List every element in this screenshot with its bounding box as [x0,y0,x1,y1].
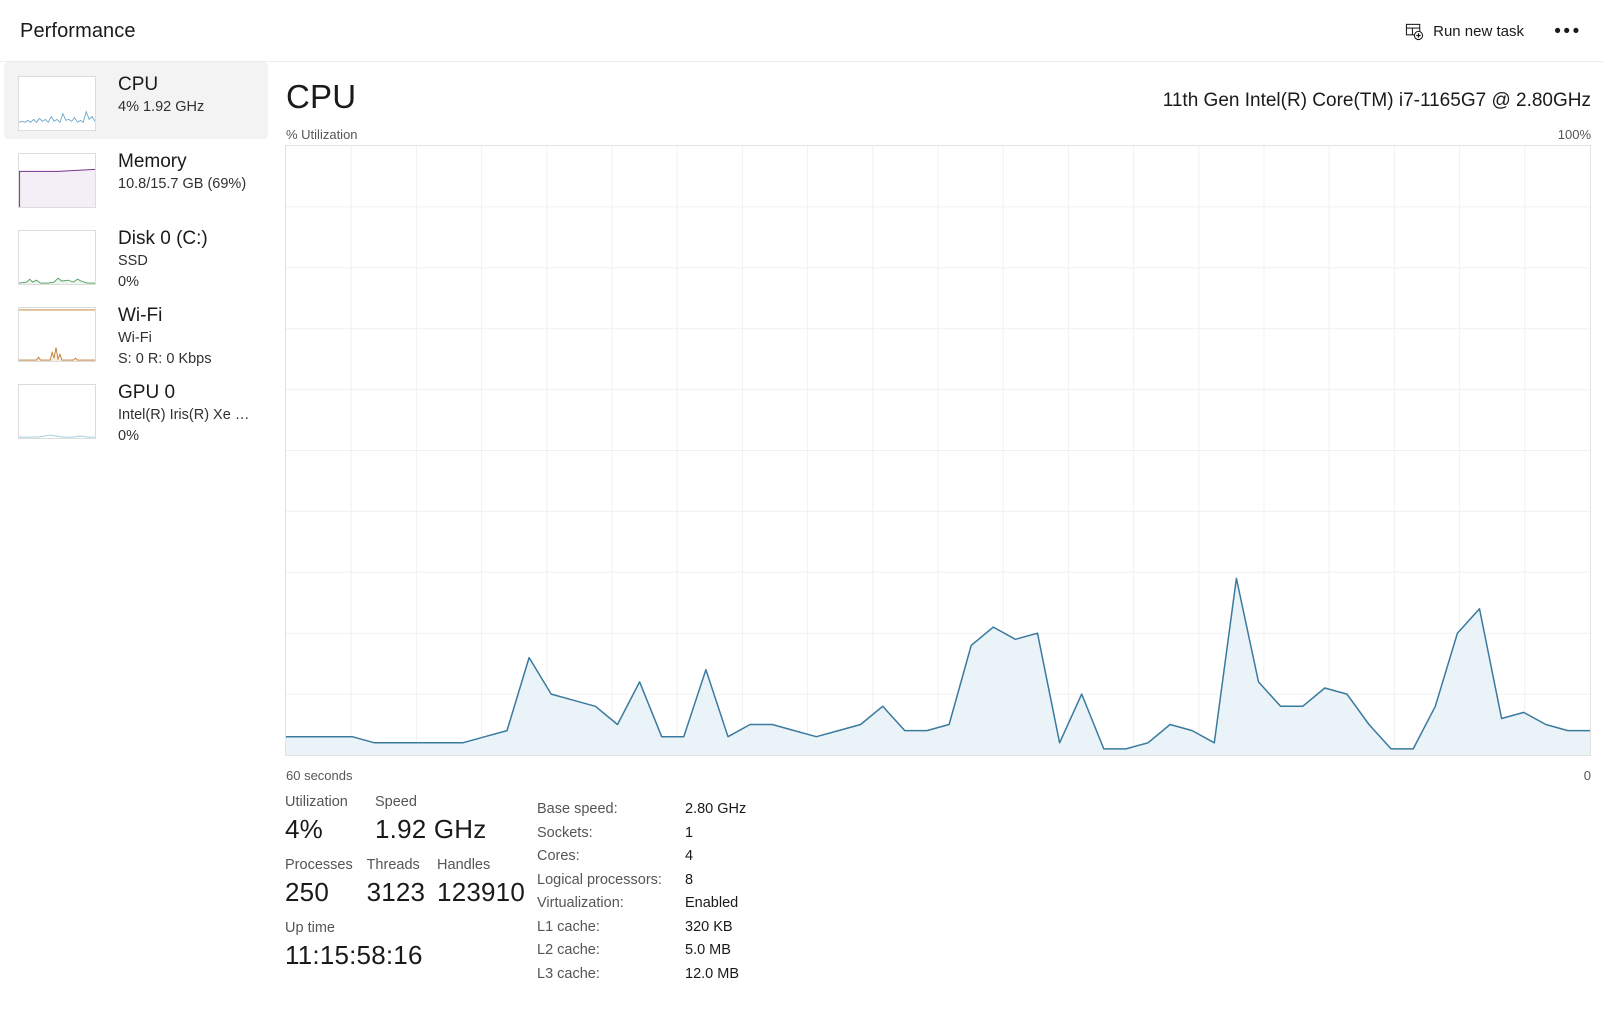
sidebar-item-cpu-sub1: 4% 1.92 GHz [118,99,205,115]
cpu-detail-panel: CPU 11th Gen Intel(R) Core(TM) i7-1165G7… [272,62,1603,1010]
sidebar-item-cpu-title: CPU [118,74,159,95]
new-task-window-plus-icon [1405,22,1424,41]
spec-row: Logical processors: 8 [537,869,746,893]
sidebar-item-memory-text: Memory 10.8/15.7 GB (69%) [118,147,246,195]
spec-value: 320 KB [685,918,733,935]
spec-value: 5.0 MB [685,942,731,958]
sidebar-item-cpu[interactable]: CPU 4% 1.92 GHz [4,62,268,139]
sidebar-item-gpu0-sub2: 0% [118,428,139,444]
graph-y-axis-label: % Utilization [286,127,358,142]
page-title: Performance [20,20,136,42]
run-new-task-label: Run new task [1433,22,1524,40]
stat-row-utilization-speed: Utilization 4% Speed 1.92 GHz [285,792,525,846]
more-options-button[interactable]: ••• [1547,13,1589,49]
stat-threads-label: Threads [366,857,420,873]
stat-processes: Processes 250 [285,855,367,909]
sidebar-item-wifi-title: Wi-Fi [118,305,163,326]
spec-row: L2 cache: 5.0 MB [537,939,746,963]
stat-uptime-value: 11:15:58:16 [285,940,423,970]
spec-value: 8 [685,871,694,888]
stat-speed-value: 1.92 GHz [375,814,487,844]
cpu-specs-list: Base speed: 2.80 GHz Sockets: 1 Cores: 4 Logic… [537,798,746,986]
spec-value: 1 [685,824,694,841]
spec-value: 2.80 GHz [685,801,747,817]
stat-handles-label: Handles [437,857,491,873]
sidebar-item-wifi[interactable]: Wi-Fi Wi-Fi S: 0 R: 0 Kbps [4,293,268,370]
sidebar-item-gpu0-sub1: Intel(R) Iris(R) Xe Gra... [118,407,258,423]
spec-row: Virtualization: Enabled [537,892,746,916]
spec-value: 12.0 MB [685,965,739,982]
sidebar-item-cpu-text: CPU 4% 1.92 GHz [118,70,204,118]
sidebar-item-disk0[interactable]: Disk 0 (C:) SSD 0% [4,216,268,293]
title-bar: Performance Run new task ••• [0,0,1603,62]
sidebar-item-disk0-title: Disk 0 (C:) [118,228,208,249]
disk0-thumbnail-graph [18,230,96,285]
stat-row-processes-threads-handles: Processes 250 Threads 3123 Handles 12391… [285,855,525,909]
cpu-stats-primary: Utilization 4% Speed 1.92 GHz Processes … [285,792,525,972]
spec-key: L3 cache: [537,965,600,982]
graph-y-axis-max: 100% [1557,127,1591,142]
spec-row: L3 cache: 12.0 MB [537,963,746,987]
stat-processes-label: Processes [285,857,353,873]
sidebar-item-gpu0-text: GPU 0 Intel(R) Iris(R) Xe Gra... 0% [118,378,258,447]
cpu-utilization-chart[interactable] [285,145,1591,756]
sidebar-item-gpu0-title: GPU 0 [118,382,176,403]
stat-handles-value: 123910 [437,877,525,907]
stat-utilization-label: Utilization [285,794,348,810]
stat-row-uptime: Up time 11:15:58:16 [285,918,525,972]
sidebar-item-disk0-sub1: SSD [118,253,148,269]
graph-x-axis-end-label: 0 [1583,768,1591,783]
spec-key: L2 cache: [537,942,600,958]
spec-key: L1 cache: [537,918,600,935]
memory-thumbnail-graph [18,153,96,208]
sidebar-item-memory-sub1: 10.8/15.7 GB (69%) [118,176,247,192]
spec-value: 4 [685,848,694,864]
stat-utilization: Utilization 4% [285,792,375,846]
sidebar-item-memory-title: Memory [118,151,187,172]
ellipsis-icon: ••• [1554,20,1582,42]
stat-processes-value: 250 [285,877,329,907]
spec-key: Virtualization: [537,895,624,911]
run-new-task-button[interactable]: Run new task [1394,13,1535,49]
resource-sidebar[interactable]: CPU 4% 1.92 GHz Memory 10.8/15.7 GB (69%… [0,62,272,1010]
sidebar-item-wifi-sub1: Wi-Fi [118,330,152,346]
stat-speed-label: Speed [375,794,417,810]
cpu-thumbnail-graph [18,76,96,131]
stat-utilization-value: 4% [285,814,323,844]
spec-row: L1 cache: 320 KB [537,916,746,940]
gpu0-thumbnail-graph [18,384,96,439]
stat-speed: Speed 1.92 GHz [375,792,486,846]
sidebar-item-disk0-sub2: 0% [118,274,139,290]
spec-row: Cores: 4 [537,845,746,869]
spec-value: Enabled [685,895,739,911]
cpu-heading: CPU [286,78,357,115]
sidebar-item-disk0-text: Disk 0 (C:) SSD 0% [118,224,208,293]
title-bar-actions: Run new task ••• [1394,0,1589,62]
sidebar-item-gpu0[interactable]: GPU 0 Intel(R) Iris(R) Xe Gra... 0% [4,370,268,447]
spec-key: Base speed: [537,801,618,817]
stat-handles: Handles 123910 [437,855,525,909]
cpu-utilization-chart-svg [286,146,1590,755]
sidebar-item-wifi-text: Wi-Fi Wi-Fi S: 0 R: 0 Kbps [118,301,212,370]
spec-key: Logical processors: [537,871,662,888]
spec-key: Cores: [537,848,580,864]
sidebar-item-memory[interactable]: Memory 10.8/15.7 GB (69%) [4,139,268,216]
spec-row: Sockets: 1 [537,822,746,846]
stat-uptime-label: Up time [285,920,335,936]
stat-threads-value: 3123 [366,877,426,907]
spec-key: Sockets: [537,824,593,841]
wifi-thumbnail-graph [18,307,96,362]
chart-gridlines [286,146,1590,755]
cpu-model-name: 11th Gen Intel(R) Core(TM) i7-1165G7 @ 2… [1162,90,1591,111]
spec-row: Base speed: 2.80 GHz [537,798,746,822]
stat-uptime: Up time 11:15:58:16 [285,918,423,972]
sidebar-item-wifi-sub2: S: 0 R: 0 Kbps [118,351,212,367]
stat-threads: Threads 3123 [367,855,437,909]
graph-x-axis-start-label: 60 seconds [286,768,353,783]
